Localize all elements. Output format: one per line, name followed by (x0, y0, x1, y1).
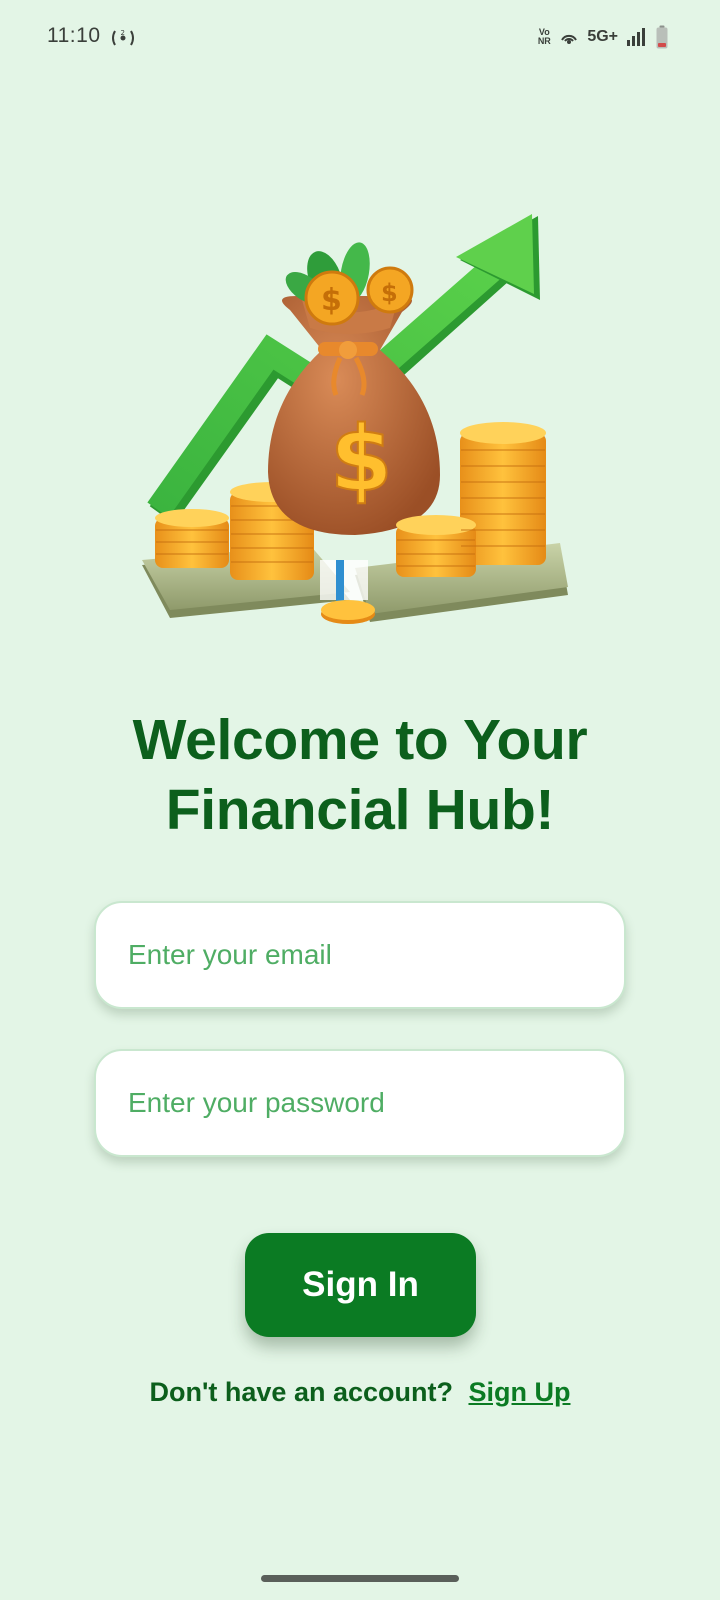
password-field-container[interactable] (94, 1049, 626, 1157)
email-field-container[interactable] (94, 901, 626, 1009)
money-bag-illustration: $ $ $ (142, 214, 568, 624)
password-field[interactable] (128, 1051, 598, 1155)
sign-up-link[interactable]: Sign Up (468, 1377, 570, 1407)
svg-text:$: $ (381, 279, 398, 307)
wifi-calling-icon (561, 34, 578, 44)
signup-prompt-text: Don't have an account? (149, 1377, 453, 1407)
title-line-1: Welcome to Your (132, 708, 588, 772)
email-field[interactable] (128, 903, 598, 1007)
network-type: 5G+ (587, 28, 618, 45)
battery-icon (656, 25, 668, 49)
status-icons: Vo NR 5G+ (537, 24, 668, 50)
signal-icon (627, 28, 645, 46)
svg-text:2: 2 (121, 29, 125, 37)
svg-text:$: $ (330, 407, 393, 512)
status-bar: 11:10 2 Vo NR 5G+ (0, 0, 720, 78)
page-title: Welcome to Your Financial Hub! (60, 705, 660, 845)
vonr-icon: Vo NR (537, 28, 551, 46)
signup-prompt-row: Don't have an account? Sign Up (0, 1377, 720, 1408)
status-time: 11:10 (47, 24, 101, 47)
single-coin-icon (321, 600, 375, 624)
title-line-2: Financial Hub! (165, 778, 555, 842)
vonr-bottom-text: NR (537, 36, 551, 46)
sign-in-button[interactable]: Sign In (245, 1233, 476, 1337)
hotspot-icon: 2 (112, 29, 134, 46)
svg-text:$: $ (321, 283, 342, 318)
home-indicator[interactable] (261, 1575, 459, 1582)
